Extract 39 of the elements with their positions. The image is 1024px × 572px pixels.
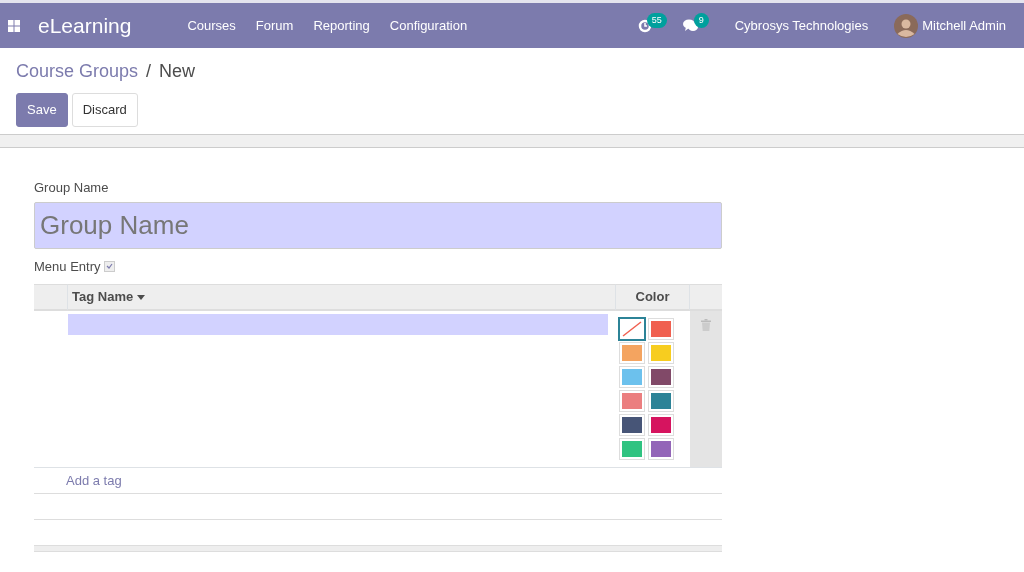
add-tag-link[interactable]: Add a tag bbox=[66, 470, 122, 491]
color-swatch[interactable] bbox=[649, 343, 673, 363]
field-label: Group Name bbox=[34, 179, 109, 197]
header-cell bbox=[34, 284, 68, 311]
menu-entry-checkbox[interactable] bbox=[104, 260, 116, 272]
menu-item[interactable]: Forum bbox=[245, 15, 304, 36]
color-swatch[interactable] bbox=[649, 367, 673, 387]
message-count-badge: 9 bbox=[693, 12, 709, 29]
column-header[interactable]: Color bbox=[616, 284, 690, 311]
color-swatch[interactable] bbox=[620, 367, 644, 387]
menu-item[interactable]: Courses bbox=[177, 15, 246, 36]
company-switcher[interactable]: Cybrosys Technologies bbox=[724, 15, 879, 36]
app-title: eLearning bbox=[38, 12, 132, 39]
color-swatch[interactable] bbox=[620, 415, 644, 435]
tag-name-field[interactable] bbox=[68, 314, 608, 335]
breadcrumb-separator: / bbox=[146, 60, 152, 83]
activity-count-badge: 55 bbox=[646, 12, 667, 29]
color-swatch[interactable] bbox=[649, 391, 673, 411]
save-button[interactable]: Save bbox=[16, 93, 68, 127]
color-swatch[interactable] bbox=[649, 439, 673, 459]
menu-item[interactable]: Reporting bbox=[303, 15, 380, 36]
discard-button[interactable]: Discard bbox=[71, 93, 138, 127]
breadcrumb-current: New bbox=[159, 60, 196, 83]
color-swatch[interactable] bbox=[620, 343, 644, 363]
no-color-swatch[interactable] bbox=[620, 319, 644, 339]
column-header[interactable]: Tag Name bbox=[68, 284, 616, 311]
user-menu[interactable]: Mitchell Admin bbox=[922, 15, 1016, 36]
menu-item[interactable]: Configuration bbox=[379, 15, 478, 36]
color-swatch[interactable] bbox=[620, 439, 644, 459]
breadcrumb-link[interactable]: Course Groups bbox=[16, 58, 139, 85]
field-label: Menu Entry bbox=[34, 257, 101, 276]
color-swatch[interactable] bbox=[649, 415, 673, 435]
color-swatch[interactable] bbox=[620, 391, 644, 411]
group-name-field[interactable]: Group Name bbox=[34, 201, 722, 249]
chat-icon[interactable] bbox=[682, 18, 699, 33]
avatar-icon[interactable] bbox=[894, 13, 919, 38]
color-swatch[interactable] bbox=[649, 319, 673, 339]
clock-icon[interactable] bbox=[637, 18, 652, 33]
apps-menu-icon[interactable] bbox=[8, 19, 20, 32]
